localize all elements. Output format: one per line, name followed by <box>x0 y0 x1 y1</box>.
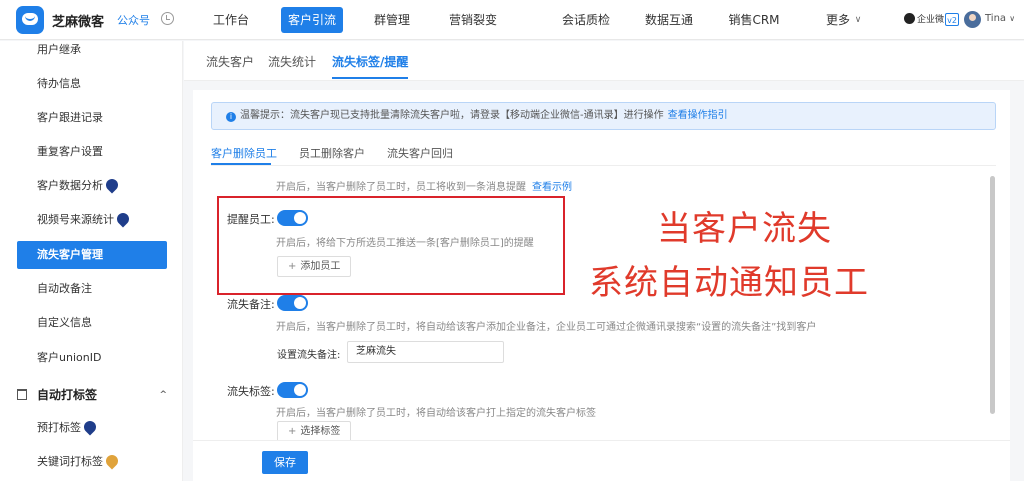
footer-bar: 保存 <box>193 440 1010 481</box>
view-example-link[interactable]: 查看示例 <box>532 182 572 193</box>
nav-sales-crm[interactable]: 销售CRM <box>719 0 789 40</box>
avatar[interactable] <box>964 11 981 28</box>
sidebar-item-label: 客户数据分析 <box>37 179 103 192</box>
logo-icon[interactable] <box>16 6 44 34</box>
sidebar-item-user-inherit[interactable]: 用户继承 <box>17 36 167 64</box>
section-help-label: 开启后，当客户删除了员工时，员工将收到一条消息提醒 <box>276 182 526 193</box>
sidebar-item-follow-records[interactable]: 客户跟进记录 <box>17 104 167 132</box>
sidebar-item-video-source-stats[interactable]: 视频号来源统计 <box>17 206 167 234</box>
sidebar-item-label: 用户继承 <box>37 43 81 56</box>
vip-badge-icon <box>81 418 99 436</box>
tab-lost-stats[interactable]: 流失统计 <box>268 53 316 70</box>
sidebar-item-duplicate-settings[interactable]: 重复客户设置 <box>17 138 167 166</box>
sidebar-item-custom-info[interactable]: 自定义信息 <box>17 309 167 337</box>
sidebar-item-pre-tag[interactable]: 预打标签 <box>17 414 167 442</box>
sidebar-item-label: 预打标签 <box>37 421 81 434</box>
tabs-divider <box>211 165 996 166</box>
section-help-text: 开启后，当客户删除了员工时，员工将收到一条消息提醒 查看示例 <box>276 178 572 193</box>
tab-lost-tag-remind[interactable]: 流失标签/提醒 <box>332 53 409 79</box>
info-icon: i <box>226 112 236 122</box>
sidebar-item-label: 客户跟进记录 <box>37 111 103 124</box>
notice-guide-link[interactable]: 查看操作指引 <box>668 110 728 121</box>
sidebar-item-label: 客户unionID <box>37 351 102 364</box>
nav-data-interconnect[interactable]: 数据互通 <box>637 0 701 40</box>
user-name[interactable]: Tina ∨ <box>985 13 1015 24</box>
tab-customer-delete-staff[interactable]: 客户删除员工 <box>211 145 277 161</box>
vip-badge-icon <box>114 210 132 228</box>
lost-tag-help: 开启后，当客户删除了员工时，将自动给该客户打上指定的流失客户标签 <box>276 408 596 419</box>
sidebar-item-label: 流失客户管理 <box>37 248 103 261</box>
chevron-up-icon[interactable]: ^ <box>159 381 167 409</box>
save-button[interactable]: 保存 <box>262 451 308 474</box>
nav-marketing-fission[interactable]: 营销裂变 <box>441 0 505 40</box>
sidebar-item-label: 待办信息 <box>37 77 81 90</box>
wechat-work-label: 企业微 <box>917 15 945 25</box>
lost-remark-input-label: 设置流失备注: <box>277 350 341 361</box>
settings-panel: i 温馨提示：流失客户现已支持批量清除流失客户啦，请登录【移动端企业微信-通讯录】… <box>193 90 1010 481</box>
sidebar-group-auto-tag[interactable]: 自动打标签 ^ <box>17 381 167 409</box>
top-navigation-bar: 芝麻微客 公众号 工作台 客户引流 群管理 营销裂变 会话质检 数据互通 销售C… <box>0 0 1024 40</box>
sidebar-item-auto-remark[interactable]: 自动改备注 <box>17 275 167 303</box>
tab-staff-delete-customer[interactable]: 员工删除客户 <box>299 145 365 161</box>
annotation-text-line2: 系统自动通知员工 <box>589 263 869 303</box>
lost-remark-input[interactable]: 芝麻流失 <box>347 341 504 363</box>
lost-remark-help: 开启后，当客户删除了员工时，将自动给该客户添加企业备注，企业员工可通过企微通讯录… <box>276 322 817 333</box>
sidebar-item-unionid[interactable]: 客户unionID <box>17 344 167 372</box>
sidebar-item-data-analysis[interactable]: 客户数据分析 <box>17 172 167 200</box>
user-chevron-icon: ∨ <box>1009 14 1016 23</box>
notice-text: 温馨提示：流失客户现已支持批量清除流失客户啦，请登录【移动端企业微信-通讯录】进… <box>240 110 664 121</box>
wechat-work-icon <box>904 13 915 24</box>
tab-lost-customer-return[interactable]: 流失客户回归 <box>387 145 453 161</box>
sidebar-item-todo[interactable]: 待办信息 <box>17 70 167 98</box>
nav-more[interactable]: 更多 <box>824 0 852 40</box>
official-account-link[interactable]: 公众号 <box>117 12 150 28</box>
lost-tag-label: 流失标签: <box>227 385 275 398</box>
sidebar-item-label: 关键词打标签 <box>37 455 103 468</box>
tag-group-icon <box>17 389 27 400</box>
sidebar-item-label: 重复客户设置 <box>37 145 103 158</box>
sidebar-item-label: 自定义信息 <box>37 316 92 329</box>
history-icon[interactable] <box>161 12 174 25</box>
select-tag-button[interactable]: + 选择标签 <box>277 421 352 442</box>
chevron-down-icon[interactable]: ∨ <box>852 0 864 40</box>
annotation-highlight-box <box>217 196 565 295</box>
nav-workbench[interactable]: 工作台 <box>199 0 263 40</box>
sidebar-item-label: 自动改备注 <box>37 282 92 295</box>
nav-group-management[interactable]: 群管理 <box>360 0 424 40</box>
sidebar-item-lost-customers[interactable]: 流失客户管理 <box>17 241 167 269</box>
annotation-text-line1: 当客户流失 <box>657 209 832 249</box>
notice-banner: i 温馨提示：流失客户现已支持批量清除流失客户啦，请登录【移动端企业微信-通讯录】… <box>211 102 996 130</box>
sidebar: 用户继承 待办信息 客户跟进记录 重复客户设置 客户数据分析 视频号来源统计 流… <box>0 41 183 481</box>
lost-tag-toggle[interactable] <box>277 382 308 398</box>
gold-badge-icon <box>103 452 121 470</box>
brand-name: 芝麻微客 <box>52 15 105 30</box>
version-badge: v2 <box>945 13 959 26</box>
lost-remark-toggle[interactable] <box>277 295 308 311</box>
select-tag-label: 选择标签 <box>300 426 341 437</box>
user-name-label: Tina <box>985 13 1007 24</box>
active-tab-indicator <box>211 163 271 165</box>
plus-icon: + <box>288 426 297 437</box>
sidebar-group-label: 自动打标签 <box>37 388 98 402</box>
sidebar-item-label: 视频号来源统计 <box>37 213 114 226</box>
vip-badge-icon <box>103 176 121 194</box>
page-tabs: 流失客户 流失统计 流失标签/提醒 <box>184 41 1024 81</box>
vertical-scrollbar[interactable] <box>990 176 995 414</box>
sidebar-item-keyword-tag[interactable]: 关键词打标签 <box>17 448 167 476</box>
nav-customer-acquisition[interactable]: 客户引流 <box>281 7 343 33</box>
nav-session-inspection[interactable]: 会话质检 <box>554 0 618 40</box>
tab-lost-customers[interactable]: 流失客户 <box>206 53 254 70</box>
lost-remark-label: 流失备注: <box>227 298 275 311</box>
